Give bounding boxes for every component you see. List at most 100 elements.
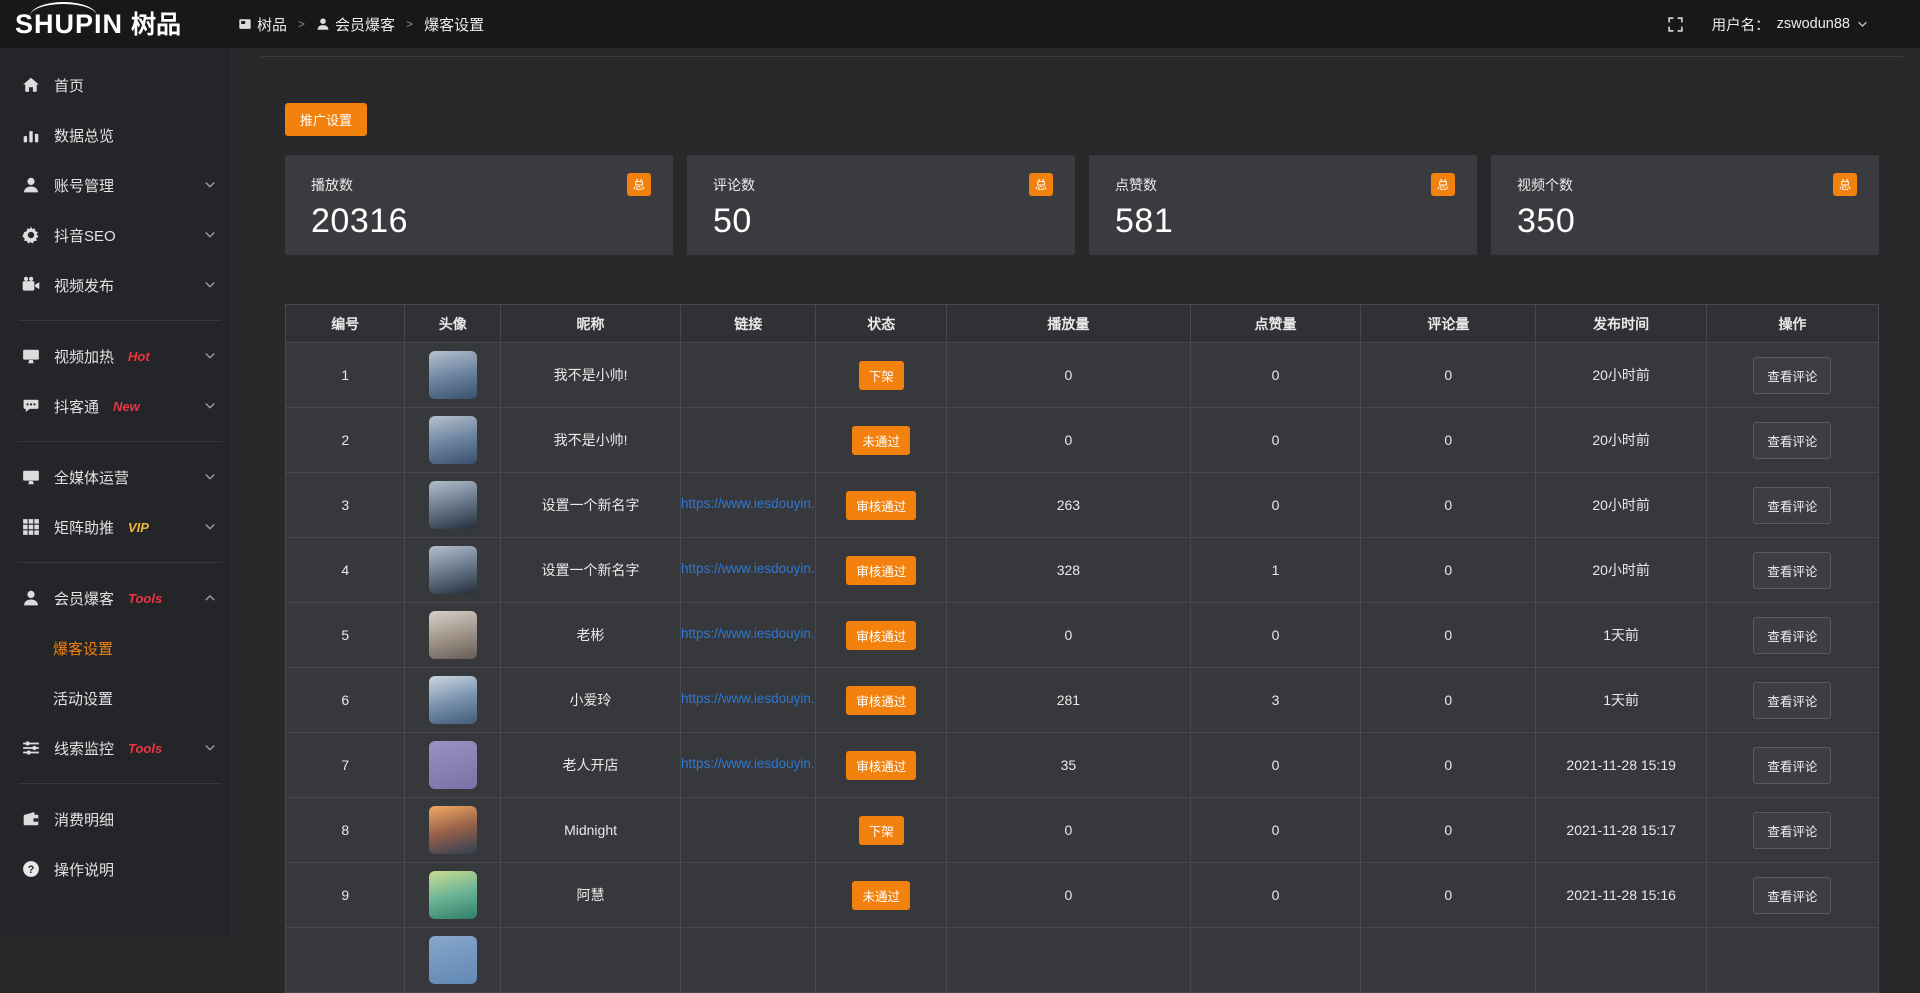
avatar [429, 676, 477, 724]
video-link[interactable]: https://www.iesdouyin.c [681, 496, 815, 511]
chevron-up-icon [204, 592, 216, 604]
cell-time: 20小时前 [1536, 343, 1706, 408]
status-badge: 下架 [859, 361, 904, 390]
video-link[interactable]: https://www.iesdouyin.c [681, 691, 815, 706]
sidebar-item-consumption-detail[interactable]: 消费明细 [0, 794, 230, 844]
svg-text:?: ? [28, 864, 35, 876]
cell-plays: 35 [947, 733, 1191, 798]
cell-time: 20小时前 [1536, 473, 1706, 538]
fullscreen-icon[interactable] [1667, 16, 1684, 33]
cell-status: 审核通过 [816, 538, 947, 603]
logo-text-cn: 树品 [131, 13, 181, 38]
col-header-link: 链接 [681, 305, 816, 343]
sliders-icon [22, 739, 40, 757]
username-value: zswodun88 [1777, 16, 1850, 32]
view-comments-button[interactable]: 查看评论 [1753, 747, 1831, 784]
cell-index: 1 [286, 343, 405, 408]
stat-value: 350 [1517, 202, 1857, 241]
sidebar-item-data-overview[interactable]: 数据总览 [0, 110, 230, 160]
breadcrumb-item[interactable]: 树品 [238, 14, 287, 35]
cell-plays: 0 [947, 343, 1191, 408]
cell-nickname: 老人开店 [501, 733, 681, 798]
sidebar-item-clue-monitor[interactable]: 线索监控Tools [0, 723, 230, 773]
sidebar-subitem-activity-settings[interactable]: 活动设置 [0, 673, 230, 723]
table-row: 9阿慧未通过0002021-11-28 15:16查看评论 [286, 863, 1879, 928]
sidebar-item-douyin-seo[interactable]: 抖音SEO [0, 210, 230, 260]
cell-comments: 0 [1361, 538, 1536, 603]
view-comments-button[interactable]: 查看评论 [1753, 552, 1831, 589]
cell-index [286, 928, 405, 993]
table-row: 6小爱玲https://www.iesdouyin.c审核通过281301天前查… [286, 668, 1879, 733]
view-comments-button[interactable]: 查看评论 [1753, 877, 1831, 914]
video-link[interactable]: https://www.iesdouyin.c [681, 561, 815, 576]
stat-label: 播放数 [311, 177, 353, 193]
view-comments-button[interactable]: 查看评论 [1753, 487, 1831, 524]
question-icon: ? [22, 860, 40, 878]
cell-status: 审核通过 [816, 603, 947, 668]
view-comments-button[interactable]: 查看评论 [1753, 357, 1831, 394]
sidebar-item-matrix-boost[interactable]: 矩阵助推VIP [0, 502, 230, 552]
cell-plays: 0 [947, 603, 1191, 668]
cell-comments: 0 [1361, 733, 1536, 798]
sidebar-item-label: 线索监控 [54, 738, 114, 759]
status-badge: 下架 [859, 816, 904, 845]
video-link[interactable]: https://www.iesdouyin.c [681, 626, 815, 641]
cell-time: 20小时前 [1536, 538, 1706, 603]
sidebar-item-account-management[interactable]: 账号管理 [0, 160, 230, 210]
cell-comments [1361, 928, 1536, 993]
cell-likes: 0 [1190, 343, 1360, 408]
sidebar-item-home[interactable]: 首页 [0, 60, 230, 110]
sidebar-item-video-heating[interactable]: 视频加热Hot [0, 331, 230, 381]
view-comments-button[interactable]: 查看评论 [1753, 422, 1831, 459]
table-row: 5老彬https://www.iesdouyin.c审核通过0001天前查看评论 [286, 603, 1879, 668]
table-row: 3设置一个新名字https://www.iesdouyin.c审核通过26300… [286, 473, 1879, 538]
user-menu[interactable]: 用户名： zswodun88 [1712, 14, 1868, 35]
cell-likes: 0 [1190, 473, 1360, 538]
cell-status: 未通过 [816, 408, 947, 473]
divider [18, 783, 222, 784]
grid-icon [22, 518, 40, 536]
avatar [429, 936, 477, 984]
main-content: 推广设置 播放数 总 20316 评论数 总 50 点赞数 总 581 视频个数… [230, 48, 1920, 936]
cell-time: 2021-11-28 15:19 [1536, 733, 1706, 798]
view-comments-button[interactable]: 查看评论 [1753, 617, 1831, 654]
cell-avatar [405, 733, 501, 798]
sidebar-item-badge: VIP [128, 520, 149, 535]
promotion-settings-button[interactable]: 推广设置 [285, 103, 367, 136]
cell-action: 查看评论 [1706, 863, 1878, 928]
cell-link [681, 863, 816, 928]
view-comments-button[interactable]: 查看评论 [1753, 812, 1831, 849]
cell-time: 20小时前 [1536, 408, 1706, 473]
cell-avatar [405, 928, 501, 993]
sidebar-item-badge: New [113, 399, 140, 414]
sidebar-item-member-baoke[interactable]: 会员爆客Tools [0, 573, 230, 623]
col-header-status: 状态 [816, 305, 947, 343]
video-link[interactable]: https://www.iesdouyin.c [681, 756, 815, 771]
cell-status: 下架 [816, 798, 947, 863]
stat-value: 50 [713, 202, 1053, 241]
chevron-down-icon [204, 742, 216, 754]
table-header-row: 编号 头像 昵称 链接 状态 播放量 点赞量 评论量 发布时间 操作 [286, 305, 1879, 343]
sidebar-item-video-publish[interactable]: 视频发布 [0, 260, 230, 310]
chevron-down-icon [204, 471, 216, 483]
breadcrumb-label: 树品 [257, 14, 287, 35]
sidebar-item-douketong[interactable]: 抖客通New [0, 381, 230, 431]
cell-plays: 0 [947, 863, 1191, 928]
cell-nickname: 我不是小帅! [501, 343, 681, 408]
cell-likes: 0 [1190, 408, 1360, 473]
breadcrumb-item[interactable]: 爆客设置 [424, 14, 484, 35]
view-comments-button[interactable]: 查看评论 [1753, 682, 1831, 719]
total-badge: 总 [1029, 173, 1053, 196]
chevron-down-icon [204, 279, 216, 291]
cell-time: 2021-11-28 15:16 [1536, 863, 1706, 928]
avatar [429, 481, 477, 529]
cell-nickname: 我不是小帅! [501, 408, 681, 473]
cell-plays: 328 [947, 538, 1191, 603]
cell-likes: 0 [1190, 733, 1360, 798]
sidebar-subitem-baoke-settings[interactable]: 爆客设置 [0, 623, 230, 673]
sidebar-item-all-media-operation[interactable]: 全媒体运营 [0, 452, 230, 502]
breadcrumb-item[interactable]: 会员爆客 [316, 14, 395, 35]
sidebar-item-operation-guide[interactable]: ?操作说明 [0, 844, 230, 894]
cell-avatar [405, 343, 501, 408]
cell-avatar [405, 798, 501, 863]
